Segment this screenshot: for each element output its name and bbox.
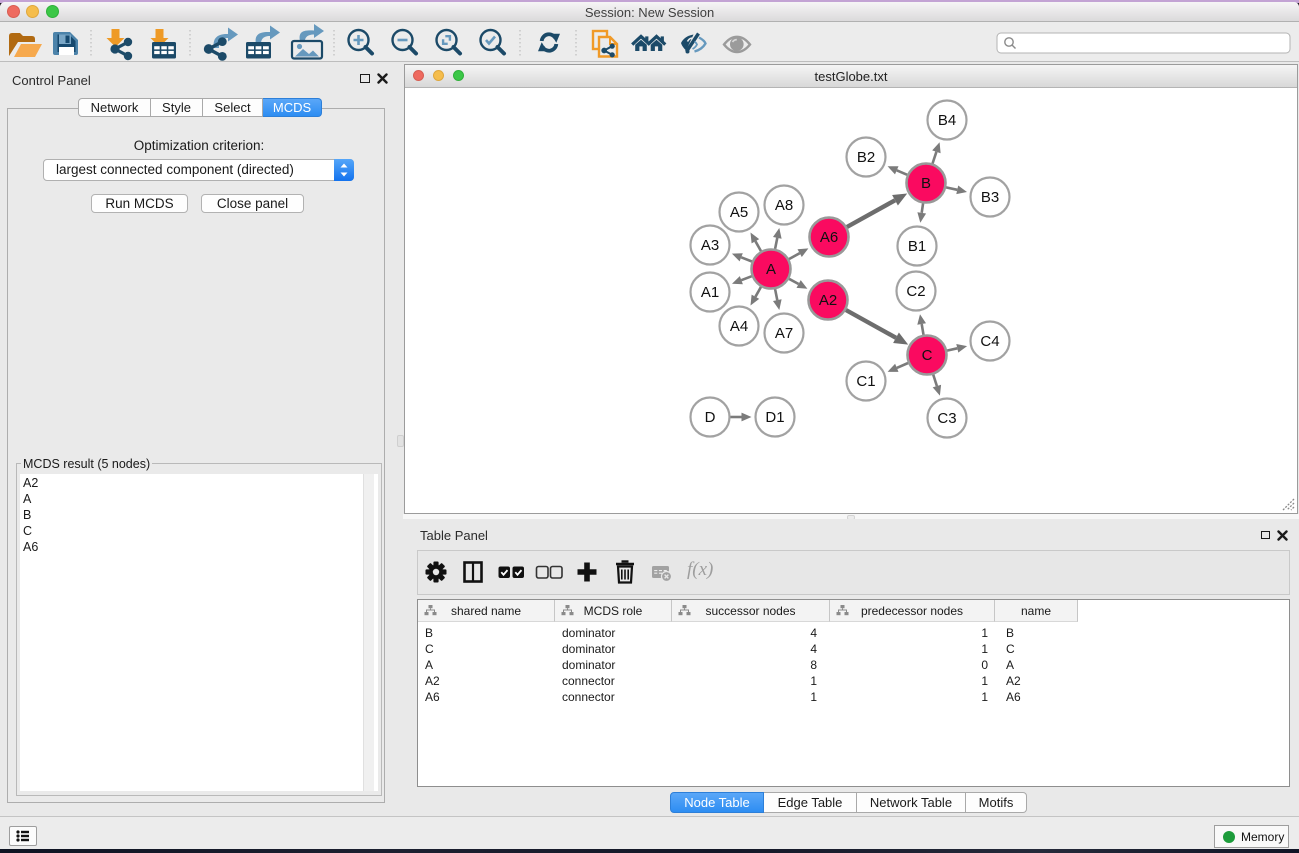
svg-text:C1: C1 [856,373,875,390]
svg-text:B3: B3 [981,189,999,206]
svg-text:A6: A6 [820,229,838,246]
svg-text:B: B [921,175,931,192]
svg-text:A3: A3 [701,237,719,254]
svg-text:C4: C4 [980,333,999,350]
svg-text:B1: B1 [908,238,926,255]
svg-text:A: A [766,261,776,278]
svg-text:D1: D1 [765,409,784,426]
svg-text:C3: C3 [937,410,956,427]
svg-text:D: D [705,409,716,426]
svg-text:B4: B4 [938,112,956,129]
svg-text:A2: A2 [819,292,837,309]
svg-text:A8: A8 [775,197,793,214]
svg-text:A4: A4 [730,318,748,335]
svg-text:A7: A7 [775,325,793,342]
svg-text:C2: C2 [906,283,925,300]
svg-text:A5: A5 [730,204,748,221]
svg-text:B2: B2 [857,149,875,166]
svg-text:A1: A1 [701,284,719,301]
svg-text:C: C [922,347,933,364]
